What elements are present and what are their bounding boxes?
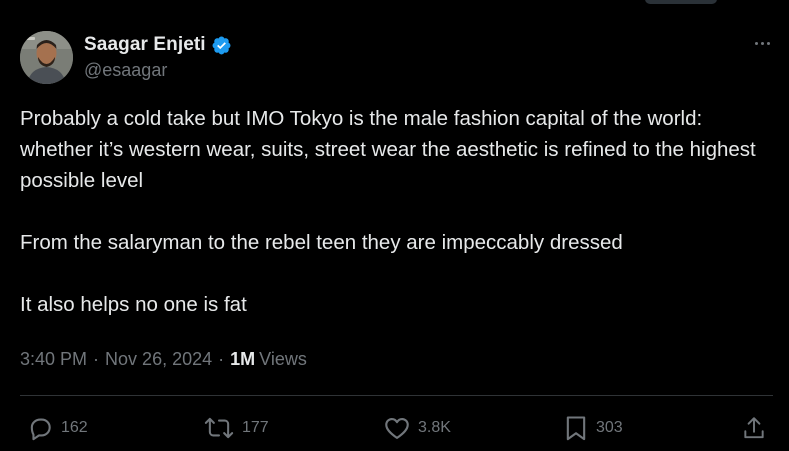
divider (20, 395, 773, 396)
tweet-paragraph: It also helps no one is fat (20, 293, 247, 316)
tweet-paragraph: Probably a cold take but IMO Tokyo is th… (20, 107, 756, 192)
share-button[interactable] (741, 414, 767, 442)
avatar-image (20, 31, 73, 84)
verified-badge-icon[interactable] (211, 35, 232, 56)
tweet-date[interactable]: Nov 26, 2024 (105, 349, 212, 370)
meta-separator: · (218, 349, 225, 369)
meta-separator: · (93, 349, 100, 369)
tweet-text: Probably a cold take but IMO Tokyo is th… (20, 103, 765, 320)
views-count: 1M (230, 349, 256, 369)
author-name[interactable]: Saagar Enjeti (84, 34, 206, 56)
reply-button[interactable]: 162 (26, 414, 88, 442)
top-bar-pill (645, 0, 717, 4)
avatar[interactable] (20, 31, 73, 84)
bookmark-icon (563, 414, 589, 442)
share-icon (741, 414, 767, 442)
repost-button[interactable]: 177 (203, 414, 269, 442)
bookmark-button[interactable]: 303 (563, 414, 623, 442)
views-label: Views (259, 349, 307, 369)
heart-icon (383, 414, 411, 442)
like-button[interactable]: 3.8K (383, 414, 451, 442)
reply-count: 162 (61, 419, 88, 436)
repost-icon (203, 414, 235, 442)
author-name-row[interactable]: Saagar Enjeti (84, 33, 232, 57)
bookmark-count: 303 (596, 419, 623, 436)
repost-count: 177 (242, 419, 269, 436)
tweet-time[interactable]: 3:40 PM (20, 349, 87, 370)
like-count: 3.8K (418, 419, 451, 436)
author-handle[interactable]: @esaagar (84, 60, 167, 81)
tweet-meta: 3:40 PM · Nov 26, 2024 · 1M Views (20, 349, 307, 370)
tweet-paragraph: From the salaryman to the rebel teen the… (20, 231, 623, 254)
more-horizontal-icon[interactable] (751, 33, 773, 53)
reply-icon (26, 414, 54, 442)
